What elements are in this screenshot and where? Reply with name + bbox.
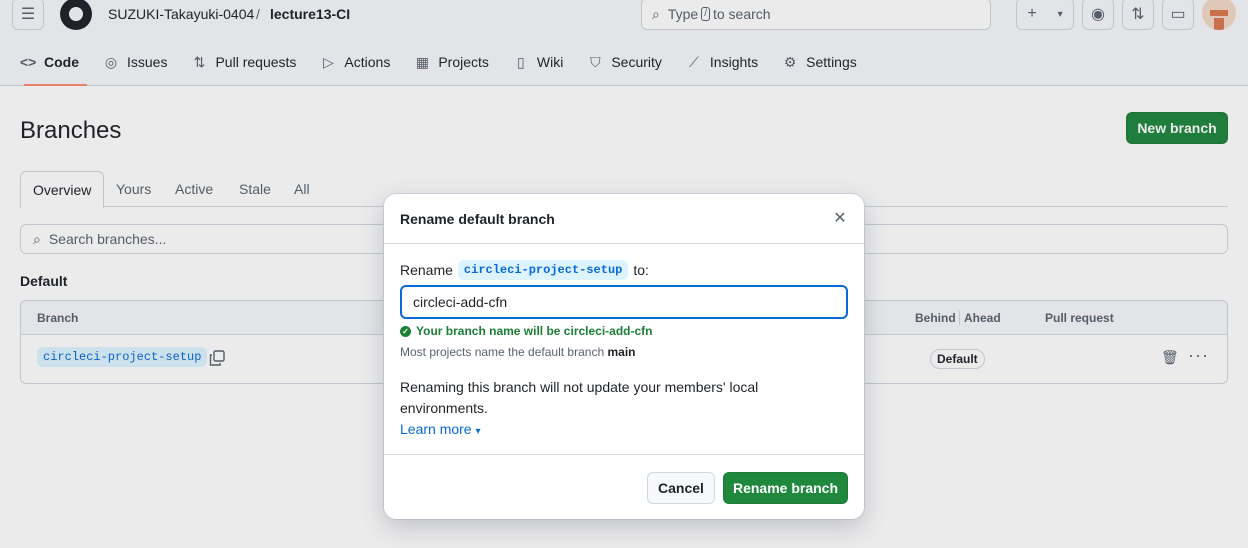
validation-message: ✓ Your branch name will be circleci-add-… bbox=[400, 324, 653, 338]
new-branch-name-input[interactable] bbox=[400, 285, 848, 319]
hint-text: Most projects name the default branch bbox=[400, 345, 605, 359]
to-label: to: bbox=[633, 262, 649, 278]
warning-text: Renaming this branch will not update you… bbox=[400, 379, 759, 416]
learn-more-link[interactable]: Learn more ▾ bbox=[400, 421, 481, 437]
rename-branch-dialog: Rename default branch ✕ Rename circleci-… bbox=[384, 194, 864, 519]
cancel-button[interactable]: Cancel bbox=[647, 472, 715, 504]
learn-more-label: Learn more bbox=[400, 421, 472, 437]
close-icon[interactable]: ✕ bbox=[830, 208, 850, 228]
check-circle-icon: ✓ bbox=[400, 325, 411, 337]
validation-text: Your branch name will be circleci-add-cf… bbox=[416, 324, 653, 338]
dialog-footer: Cancel Rename branch bbox=[384, 454, 864, 519]
rename-label: Rename bbox=[400, 262, 453, 278]
current-branch-chip: circleci-project-setup bbox=[457, 260, 629, 280]
rename-label-row: Rename circleci-project-setup to: bbox=[400, 260, 649, 280]
chevron-down-icon: ▾ bbox=[475, 426, 481, 437]
dialog-title: Rename default branch bbox=[400, 211, 555, 227]
dialog-header: Rename default branch ✕ bbox=[384, 194, 864, 244]
hint-branch: main bbox=[607, 345, 636, 359]
default-branch-hint: Most projects name the default branch ma… bbox=[400, 345, 635, 359]
rename-branch-button[interactable]: Rename branch bbox=[723, 472, 848, 504]
